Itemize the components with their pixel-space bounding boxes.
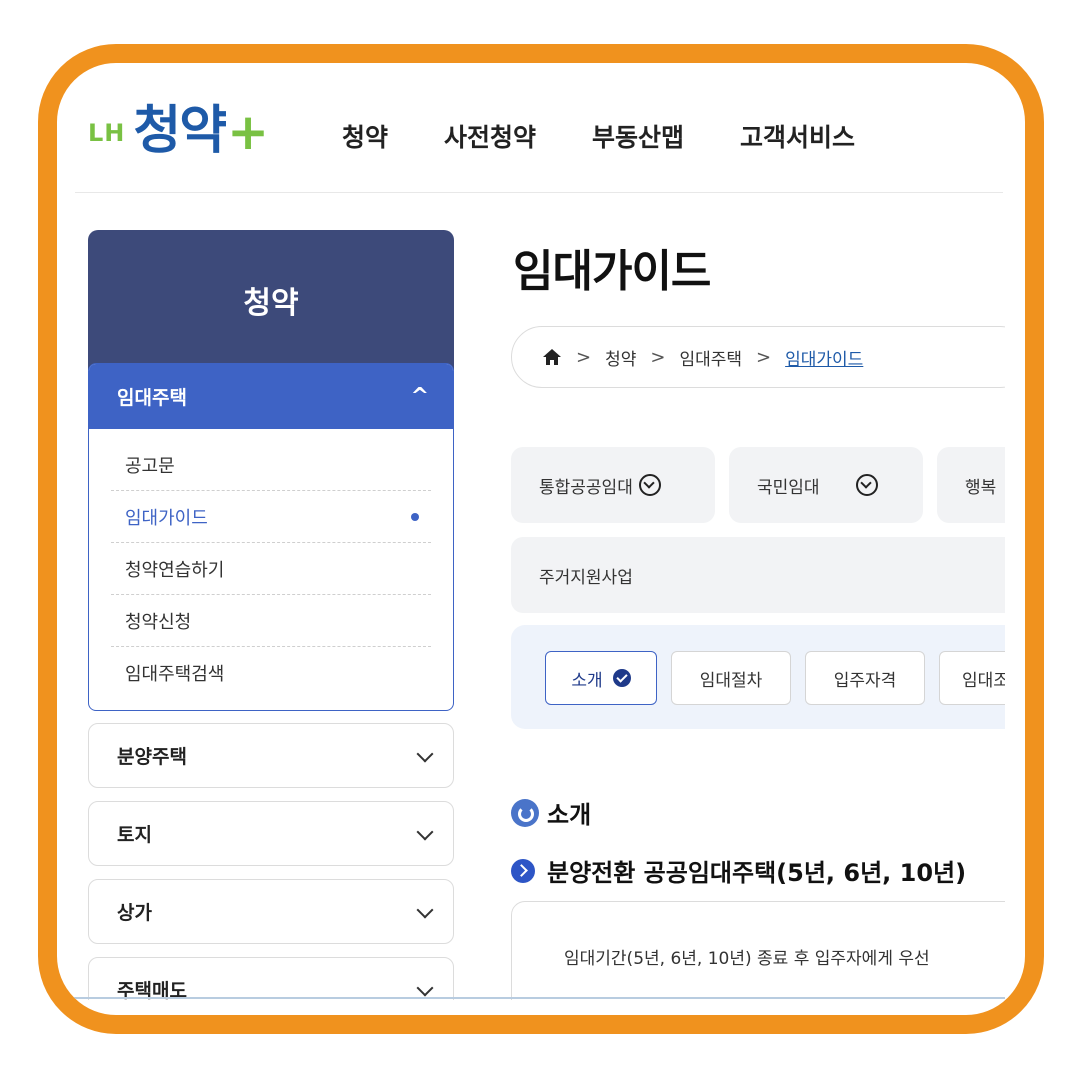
category-happy-housing[interactable]: 행복 — [937, 447, 1005, 523]
section-icon — [511, 798, 539, 827]
tab-bar: 소개 임대절차 입주자격 임대조 — [511, 625, 1005, 729]
sidebar-sub-item-notice[interactable]: 공고문 — [111, 439, 431, 491]
tab-eligibility[interactable]: 입주자격 — [805, 651, 925, 705]
sub-section-title-text: 분양전환 공공임대주택(5년, 6년, 10년) — [547, 859, 967, 887]
section-title-text: 소개 — [547, 801, 592, 829]
chevron-circle-icon — [638, 474, 661, 496]
sidebar-item-label: 상가 — [117, 902, 152, 924]
sidebar-sub-item-practice[interactable]: 청약연습하기 — [111, 543, 431, 595]
sidebar-item-sale-housing[interactable]: 분양주택 — [88, 723, 454, 788]
breadcrumb-item[interactable]: 임대주택 — [679, 345, 742, 370]
section-title: 소개 — [511, 795, 591, 830]
category-national-rental[interactable]: 국민임대 — [729, 447, 923, 523]
main-nav: 청약 사전청약 부동산맵 고객서비스 — [342, 118, 911, 154]
sidebar-item-house-sale[interactable]: 주택매도 — [88, 957, 454, 1000]
chevron-circle-icon — [855, 474, 878, 496]
sidebar-sub-item-apply[interactable]: 청약신청 — [111, 595, 431, 647]
sub-item-label: 공고문 — [125, 455, 175, 477]
category-integrated-public-rental[interactable]: 통합공공임대 — [511, 447, 715, 523]
breadcrumb-separator: > — [576, 346, 592, 368]
sidebar-sub-item-rental-guide[interactable]: 임대가이드 — [111, 491, 431, 543]
home-icon[interactable] — [542, 348, 562, 366]
category-label: 통합공공임대 — [539, 477, 633, 498]
nav-item-pre-subscription[interactable]: 사전청약 — [444, 118, 536, 154]
nav-item-customer-service[interactable]: 고객서비스 — [740, 118, 855, 154]
viewport: LH 청약 + 청약 사전청약 부동산맵 고객서비스 청약 임대주택 ^ 공고문… — [57, 63, 1005, 1000]
nav-item-subscription[interactable]: 청약 — [342, 118, 388, 154]
nav-item-real-estate-map[interactable]: 부동산맵 — [592, 118, 684, 154]
lh-logo[interactable]: LH 청약 + — [88, 101, 269, 161]
tab-label: 소개 — [571, 670, 603, 691]
sidebar-sub-list: 공고문 임대가이드 청약연습하기 청약신청 임대주택검색 — [89, 429, 453, 699]
sidebar-item-label: 분양주택 — [117, 746, 187, 768]
tab-label: 임대절차 — [699, 670, 763, 691]
category-label: 국민임대 — [757, 477, 820, 498]
breadcrumb-current[interactable]: 임대가이드 — [785, 345, 863, 370]
sidebar-open-menu: 임대주택 ^ 공고문 임대가이드 청약연습하기 청약신청 임대주택검색 — [88, 363, 454, 711]
chevron-down-icon — [417, 904, 433, 920]
logo-main-text: 청약 — [133, 101, 227, 161]
tab-rental-procedure[interactable]: 임대절차 — [671, 651, 791, 705]
bottom-divider — [57, 997, 1005, 999]
sidebar-item-commercial[interactable]: 상가 — [88, 879, 454, 944]
sidebar-item-label: 임대주택 — [117, 387, 187, 409]
sidebar-title: 청약 — [88, 230, 454, 370]
screenshot-frame: LH 청약 + 청약 사전청약 부동산맵 고객서비스 청약 임대주택 ^ 공고문… — [38, 44, 1044, 1034]
sub-section-title: 분양전환 공공임대주택(5년, 6년, 10년) — [511, 853, 966, 888]
page-title: 임대가이드 — [513, 246, 711, 297]
chevron-down-icon — [417, 748, 433, 764]
category-housing-support[interactable]: 주거지원사업 — [511, 537, 1005, 613]
tab-intro[interactable]: 소개 — [545, 651, 657, 705]
logo-plus-icon: + — [227, 103, 269, 161]
chevron-down-icon — [417, 826, 433, 842]
breadcrumb-separator: > — [756, 346, 772, 368]
tab-label: 입주자격 — [833, 670, 897, 691]
arrow-right-circle-icon — [511, 858, 535, 883]
breadcrumb: > 청약 > 임대주택 > 임대가이드 — [511, 326, 1005, 388]
chevron-down-icon — [417, 982, 433, 998]
sub-item-label: 임대가이드 — [125, 507, 208, 529]
tab-rental-terms[interactable]: 임대조 — [939, 651, 1005, 705]
sidebar-item-land[interactable]: 토지 — [88, 801, 454, 866]
description-box: 임대기간(5년, 6년, 10년) 종료 후 입주자에게 우선 — [511, 901, 1005, 1000]
category-label: 주거지원사업 — [539, 567, 633, 588]
check-circle-icon — [612, 669, 631, 687]
breadcrumb-item[interactable]: 청약 — [605, 345, 636, 370]
breadcrumb-separator: > — [650, 346, 666, 368]
active-dot-icon — [411, 512, 419, 521]
site-header: LH 청약 + 청약 사전청약 부동산맵 고객서비스 — [75, 63, 1003, 193]
sidebar-item-rental-housing[interactable]: 임대주택 ^ — [89, 364, 453, 429]
category-label: 행복 — [965, 477, 997, 498]
sub-item-label: 청약연습하기 — [125, 559, 225, 581]
chevron-up-icon: ^ — [410, 384, 429, 409]
sub-item-label: 청약신청 — [125, 611, 192, 633]
sub-item-label: 임대주택검색 — [125, 664, 225, 685]
sidebar-sub-item-search[interactable]: 임대주택검색 — [111, 647, 431, 699]
sidebar-item-label: 토지 — [117, 824, 152, 846]
description-text: 임대기간(5년, 6년, 10년) 종료 후 입주자에게 우선 — [564, 949, 930, 969]
logo-lh-text: LH — [88, 119, 126, 147]
tab-label: 임대조 — [962, 670, 1005, 691]
